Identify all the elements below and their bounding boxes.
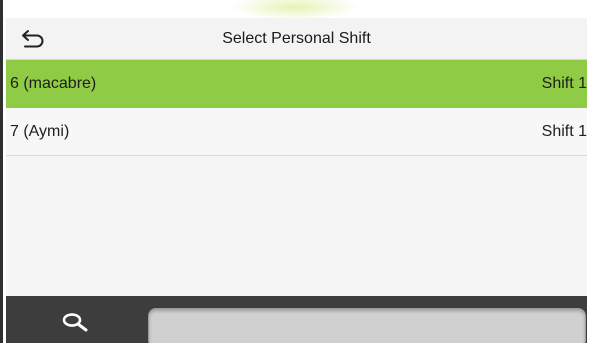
back-arrow-icon <box>22 30 44 48</box>
screen-left-edge <box>0 0 3 343</box>
shift-list: 6 (macabre) Shift 1 7 (Aymi) Shift 1 <box>6 60 587 296</box>
list-item[interactable]: 7 (Aymi) Shift 1 <box>6 108 587 156</box>
header-bar: Select Personal Shift <box>6 18 587 60</box>
back-button[interactable] <box>16 25 50 53</box>
screen-right-edge <box>587 0 593 343</box>
top-glow-decoration <box>230 0 360 20</box>
list-item[interactable]: 6 (macabre) Shift 1 <box>6 60 587 108</box>
bottom-search-bar <box>6 296 587 343</box>
list-item-name: 7 (Aymi) <box>10 123 70 140</box>
search-button[interactable] <box>50 304 102 340</box>
search-icon <box>62 313 88 332</box>
list-item-shift: Shift 1 <box>541 123 587 140</box>
page-title: Select Personal Shift <box>222 30 371 47</box>
select-personal-shift-screen: Select Personal Shift 6 (macabre) Shift … <box>0 0 593 343</box>
list-item-name: 6 (macabre) <box>10 75 97 92</box>
list-item-shift: Shift 1 <box>541 75 587 92</box>
search-input[interactable] <box>148 308 586 343</box>
